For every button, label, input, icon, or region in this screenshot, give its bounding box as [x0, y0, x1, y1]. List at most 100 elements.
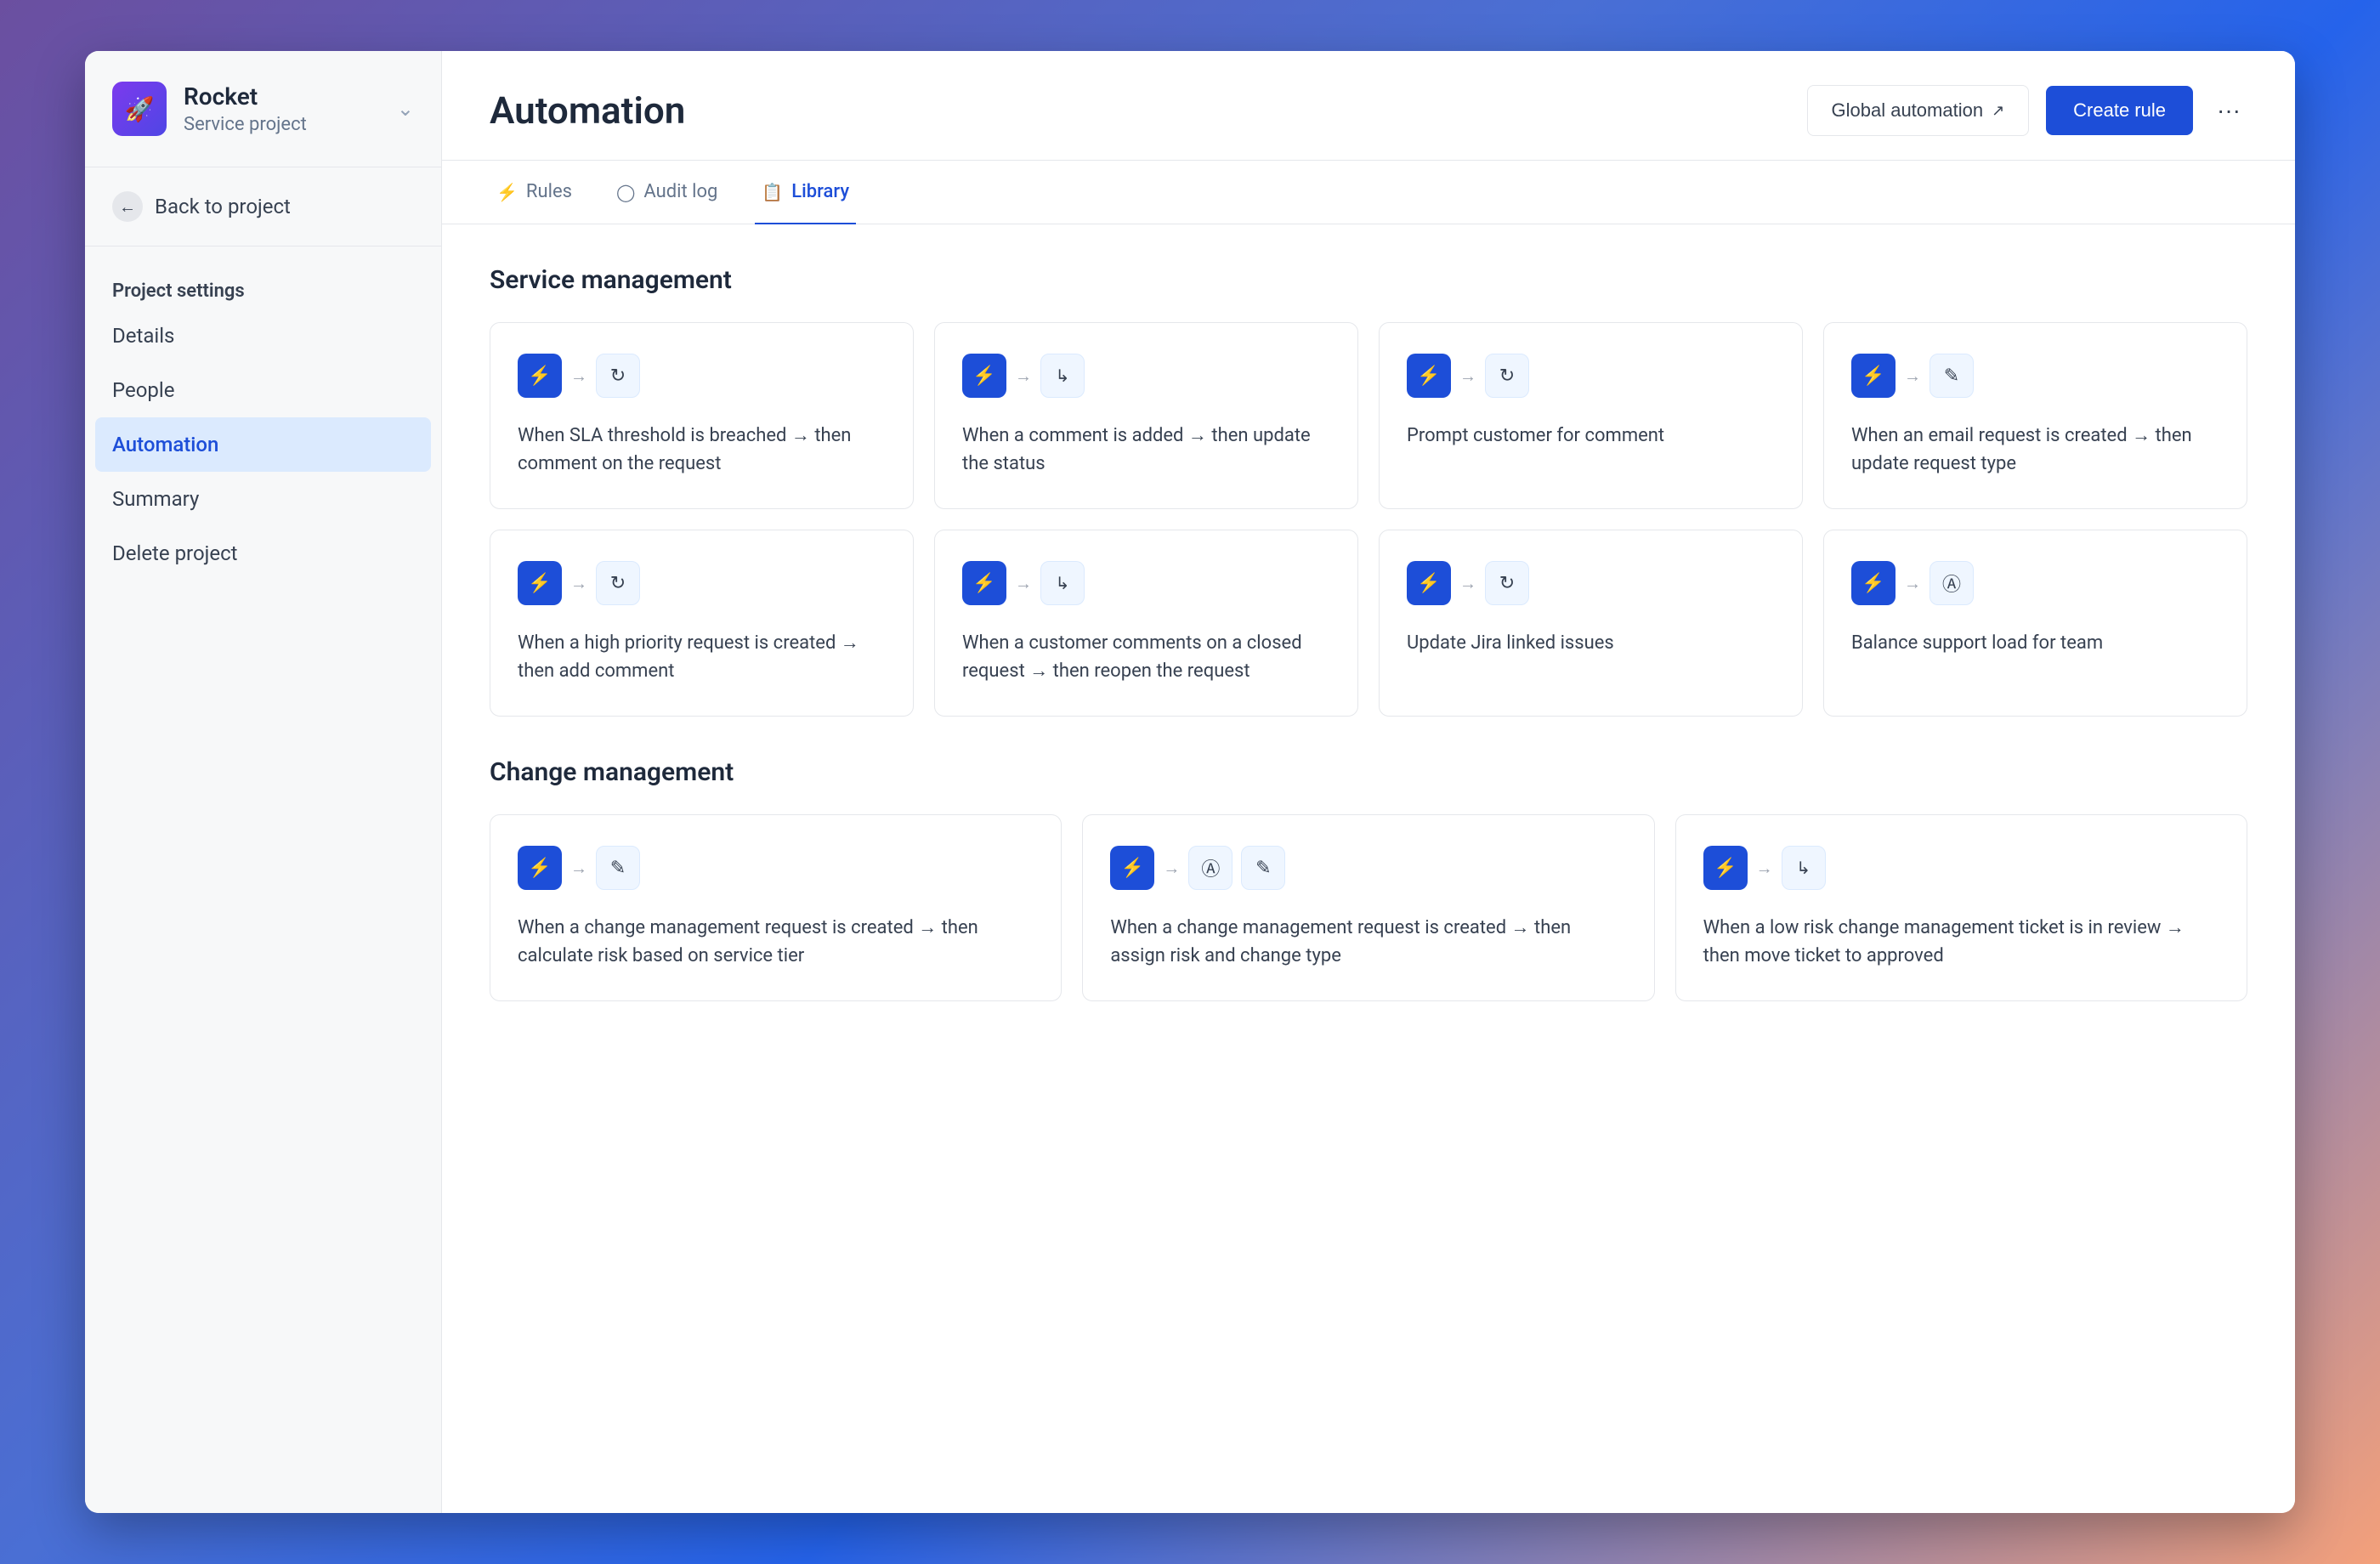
arrow-icon: → [1015, 366, 1032, 387]
card-customer-closed[interactable]: ⚡ → ↳ When a customer comments on a clos… [934, 530, 1358, 717]
trigger-icon-box: ⚡ [1110, 846, 1154, 890]
lightning-icon: ⚡ [528, 573, 551, 594]
global-automation-button[interactable]: Global automation ↗ [1807, 85, 2030, 136]
card-comment-added[interactable]: ⚡ → ↳ When a comment is added → then upd… [934, 322, 1358, 509]
lightning-icon: ⚡ [972, 366, 995, 387]
card-balance-support[interactable]: ⚡ → Ⓐ Balance support load for team [1823, 530, 2247, 717]
refresh-icon: ↻ [610, 573, 626, 594]
sidebar-item-details[interactable]: Details [85, 309, 441, 363]
trigger-icon-box: ⚡ [962, 561, 1006, 605]
trigger-icon-box: ⚡ [1407, 354, 1451, 398]
card-low-risk[interactable]: ⚡ → ↳ When a low risk change management … [1675, 814, 2247, 1001]
card-change-assign[interactable]: ⚡ → Ⓐ ✎ When a change management request… [1082, 814, 1654, 1001]
card-update-jira[interactable]: ⚡ → ↻ Update Jira linked issues [1379, 530, 1803, 717]
content-area: Service management ⚡ → ↻ When SLA t [442, 224, 2295, 1513]
action-icon-box: Ⓐ [1930, 561, 1974, 605]
section-title-service: Service management [490, 265, 2247, 295]
card-icons: ⚡ → ↻ [518, 354, 886, 398]
card-change-risk[interactable]: ⚡ → ✎ When a change management request i… [490, 814, 1062, 1001]
card-text: Prompt customer for comment [1407, 422, 1775, 478]
arrow-icon: → [1163, 858, 1180, 879]
arrow-icon: → [1904, 573, 1921, 594]
edit-icon: ✎ [610, 858, 626, 879]
trigger-icon-box: ⚡ [518, 354, 562, 398]
lightning-icon: ⚡ [1121, 858, 1144, 879]
action-icon-box: ↻ [596, 561, 640, 605]
card-icons: ⚡ → Ⓐ ✎ [1110, 846, 1626, 890]
action-icon-box: ↻ [596, 354, 640, 398]
lightning-icon: ⚡ [528, 366, 551, 387]
refresh-icon: ↻ [1499, 366, 1515, 387]
person-icon: Ⓐ [1942, 570, 1961, 597]
arrow-icon: → [570, 366, 587, 387]
app-container: 🚀 Rocket Service project ⌄ ← Back to pro… [85, 51, 2295, 1513]
card-high-priority[interactable]: ⚡ → ↻ When a high priority request is cr… [490, 530, 914, 717]
card-icons: ⚡ → ↻ [1407, 561, 1775, 605]
trigger-icon-box: ⚡ [518, 846, 562, 890]
section-service-management: Service management ⚡ → ↻ When SLA t [490, 265, 2247, 717]
sidebar-item-delete-project[interactable]: Delete project [85, 526, 441, 581]
change-management-grid: ⚡ → ✎ When a change management request i… [490, 814, 2247, 1001]
sidebar-item-people[interactable]: People [85, 363, 441, 417]
lightning-icon: ⚡ [972, 573, 995, 594]
lightning-icon: ⚡ [528, 858, 551, 879]
card-text: When a comment is added → then update th… [962, 422, 1330, 478]
card-email-request[interactable]: ⚡ → ✎ When an email request is created →… [1823, 322, 2247, 509]
tab-rules[interactable]: ⚡ Rules [490, 161, 579, 224]
card-text: Balance support load for team [1851, 629, 2219, 685]
arrow-icon: → [1459, 366, 1476, 387]
lightning-icon: ⚡ [1417, 366, 1440, 387]
external-link-icon: ↗ [1992, 102, 2004, 120]
action-icon-box: ↳ [1782, 846, 1826, 890]
project-header[interactable]: 🚀 Rocket Service project ⌄ [85, 51, 441, 167]
project-name: Rocket [184, 82, 380, 111]
action-icon-box: ↳ [1040, 354, 1085, 398]
rules-icon: ⚡ [496, 182, 518, 202]
service-management-grid: ⚡ → ↻ When SLA threshold is breached → t… [490, 322, 2247, 717]
card-text: When a change management request is crea… [1110, 914, 1626, 970]
person-icon: Ⓐ [1201, 854, 1220, 881]
sidebar-nav: Project settings Details People Automati… [85, 246, 441, 1513]
card-icons: ⚡ → ✎ [518, 846, 1034, 890]
more-options-button[interactable]: ··· [2210, 92, 2247, 129]
card-icons: ⚡ → ↻ [1407, 354, 1775, 398]
library-icon: 📋 [762, 182, 783, 202]
action-icon-box: ✎ [1930, 354, 1974, 398]
card-prompt-customer[interactable]: ⚡ → ↻ Prompt customer for comment [1379, 322, 1803, 509]
arrow-icon: → [1015, 573, 1032, 594]
sidebar: 🚀 Rocket Service project ⌄ ← Back to pro… [85, 51, 442, 1513]
arrow-icon: → [570, 573, 587, 594]
main-content: Automation Global automation ↗ Create ru… [442, 51, 2295, 1513]
tabs: ⚡ Rules ◯ Audit log 📋 Library [442, 161, 2295, 224]
card-icons: ⚡ → ✎ [1851, 354, 2219, 398]
trigger-icon-box: ⚡ [962, 354, 1006, 398]
sidebar-item-summary[interactable]: Summary [85, 472, 441, 526]
sidebar-item-automation[interactable]: Automation [95, 417, 431, 472]
tab-rules-label: Rules [526, 181, 572, 202]
back-to-project-link[interactable]: ← Back to project [85, 167, 441, 246]
refresh-icon: ↻ [610, 366, 626, 387]
nav-section-label: Project settings [85, 267, 441, 309]
edit-icon: ✎ [1255, 858, 1271, 879]
branch-icon: ↳ [1056, 573, 1070, 593]
main-header: Automation Global automation ↗ Create ru… [442, 51, 2295, 161]
trigger-icon-box: ⚡ [518, 561, 562, 605]
action-icon-box: ↻ [1485, 354, 1529, 398]
card-sla-threshold[interactable]: ⚡ → ↻ When SLA threshold is breached → t… [490, 322, 914, 509]
audit-log-icon: ◯ [616, 182, 635, 202]
trigger-icon-box: ⚡ [1851, 561, 1896, 605]
card-text: When a change management request is crea… [518, 914, 1034, 970]
avatar-emoji: 🚀 [125, 95, 155, 123]
arrow-icon: → [1459, 573, 1476, 594]
back-icon: ← [112, 191, 143, 222]
card-icons: ⚡ → Ⓐ [1851, 561, 2219, 605]
create-rule-button[interactable]: Create rule [2046, 86, 2193, 135]
section-title-change: Change management [490, 757, 2247, 787]
trigger-icon-box: ⚡ [1851, 354, 1896, 398]
tab-library[interactable]: 📋 Library [755, 161, 856, 224]
tab-audit-log[interactable]: ◯ Audit log [609, 161, 724, 224]
ellipsis-icon: ··· [2217, 97, 2241, 124]
card-text: When SLA threshold is breached → then co… [518, 422, 886, 478]
arrow-icon: → [1904, 366, 1921, 387]
card-text: When a low risk change management ticket… [1703, 914, 2219, 970]
